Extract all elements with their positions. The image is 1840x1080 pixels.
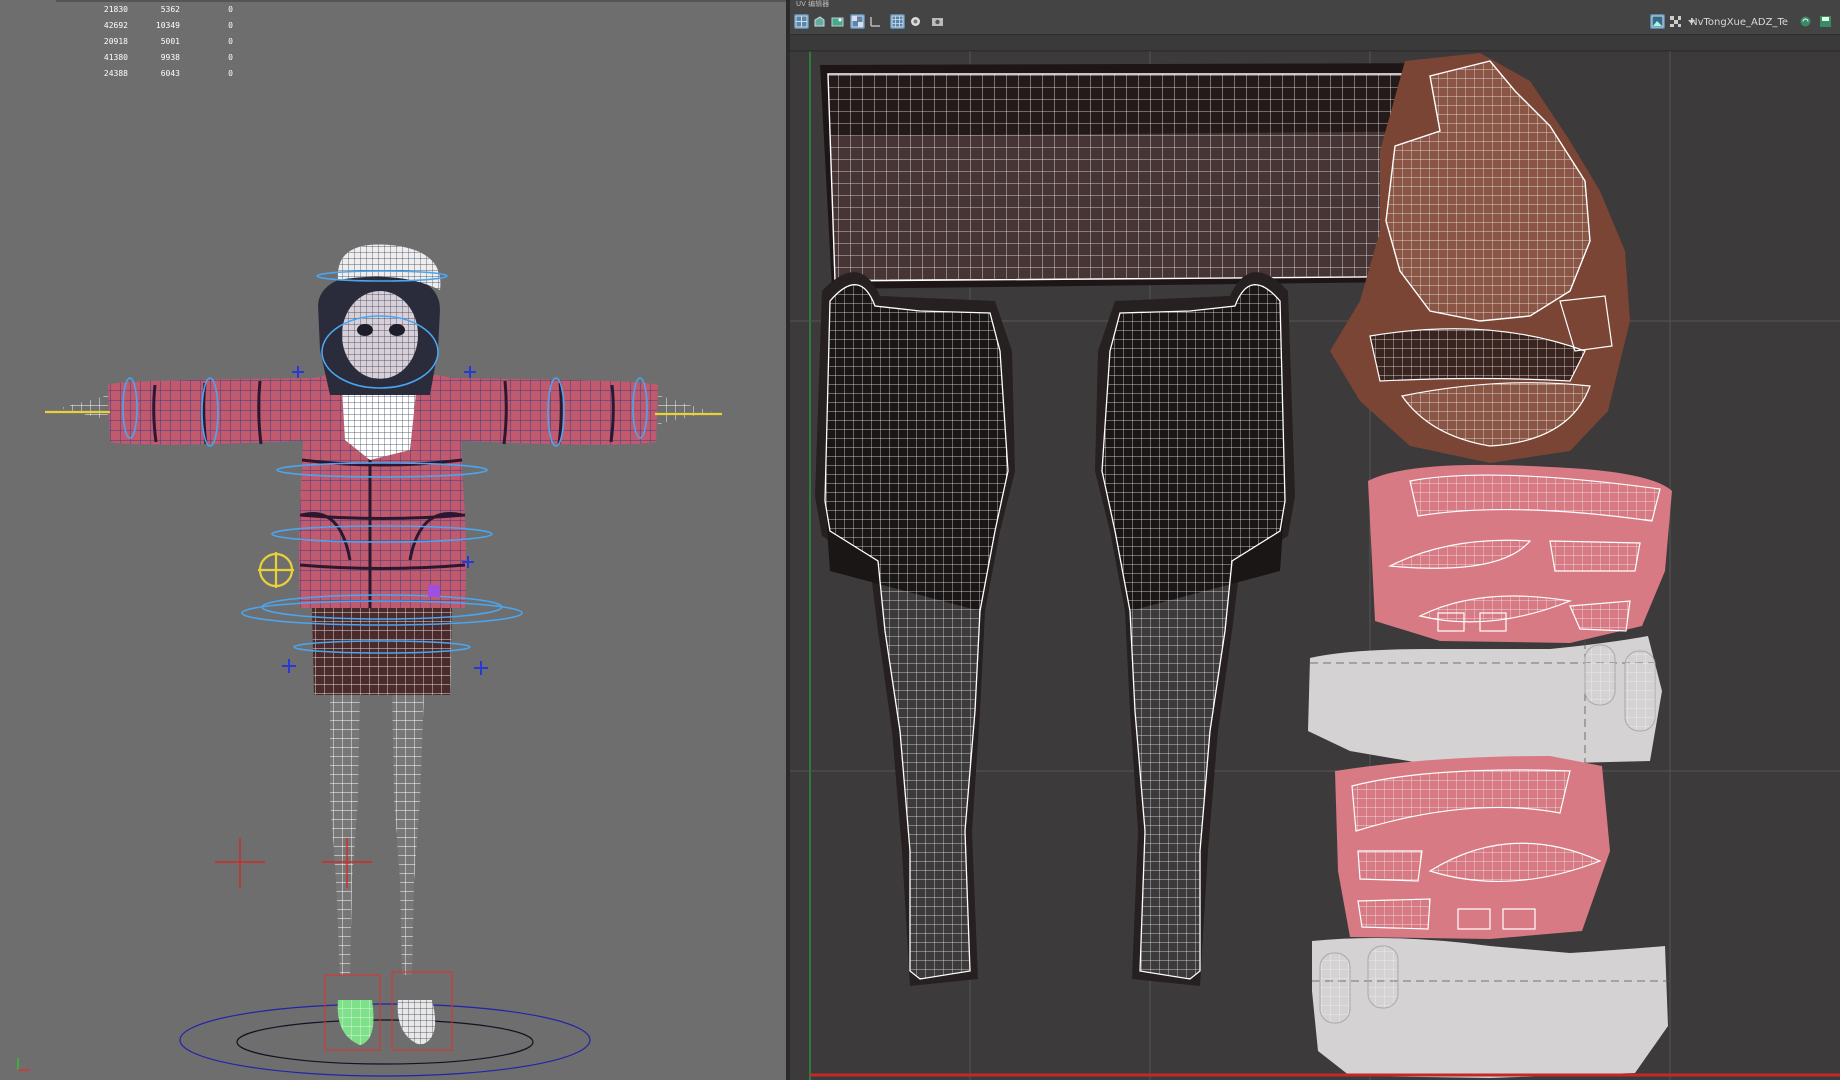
uv-shell-jacket-lower[interactable] <box>1335 756 1610 939</box>
checker-display-icon[interactable] <box>1668 14 1683 29</box>
sync-icon[interactable] <box>1798 14 1813 29</box>
uv-editor-title: UV 编辑器 <box>790 0 1840 9</box>
uv-shell-jacket-upper[interactable] <box>1368 464 1672 643</box>
character-rig[interactable] <box>0 0 786 1080</box>
head-mesh <box>318 244 441 395</box>
uv-editor-panel: UV 编辑器 NvTongXue_ADZ_Te <box>790 0 1840 1080</box>
save-icon[interactable] <box>1818 14 1833 29</box>
image-icon[interactable] <box>1650 14 1665 29</box>
grid-icon[interactable] <box>794 14 809 29</box>
snap-icon[interactable] <box>868 14 883 29</box>
uv-shell-pants[interactable] <box>810 251 1310 991</box>
uv-shell-icon[interactable] <box>812 14 827 29</box>
uv-subheader <box>790 35 1840 51</box>
shoes <box>324 971 453 1051</box>
camera-icon[interactable] <box>930 14 945 29</box>
uv-canvas[interactable] <box>790 51 1840 1080</box>
uv-shell-shoe-upper[interactable] <box>1308 636 1662 766</box>
axis-gizmo <box>17 1058 30 1071</box>
texture-name-label[interactable]: NvTongXue_ADZ_Te <box>1690 17 1788 28</box>
checker-icon[interactable] <box>850 14 865 29</box>
uv-toolbar: NvTongXue_ADZ_Te <box>790 9 1840 35</box>
uv-shell-shoe-lower[interactable] <box>1312 937 1670 1078</box>
legs-mesh <box>330 690 424 975</box>
texture-icon[interactable] <box>830 14 845 29</box>
pixel-snap-icon[interactable] <box>890 14 905 29</box>
perspective-viewport[interactable]: 21830 5362 0 42692 10349 0 20918 5001 0 41380 9… <box>0 0 786 1080</box>
ground-rings <box>179 1003 591 1077</box>
shaded-icon[interactable] <box>908 14 923 29</box>
